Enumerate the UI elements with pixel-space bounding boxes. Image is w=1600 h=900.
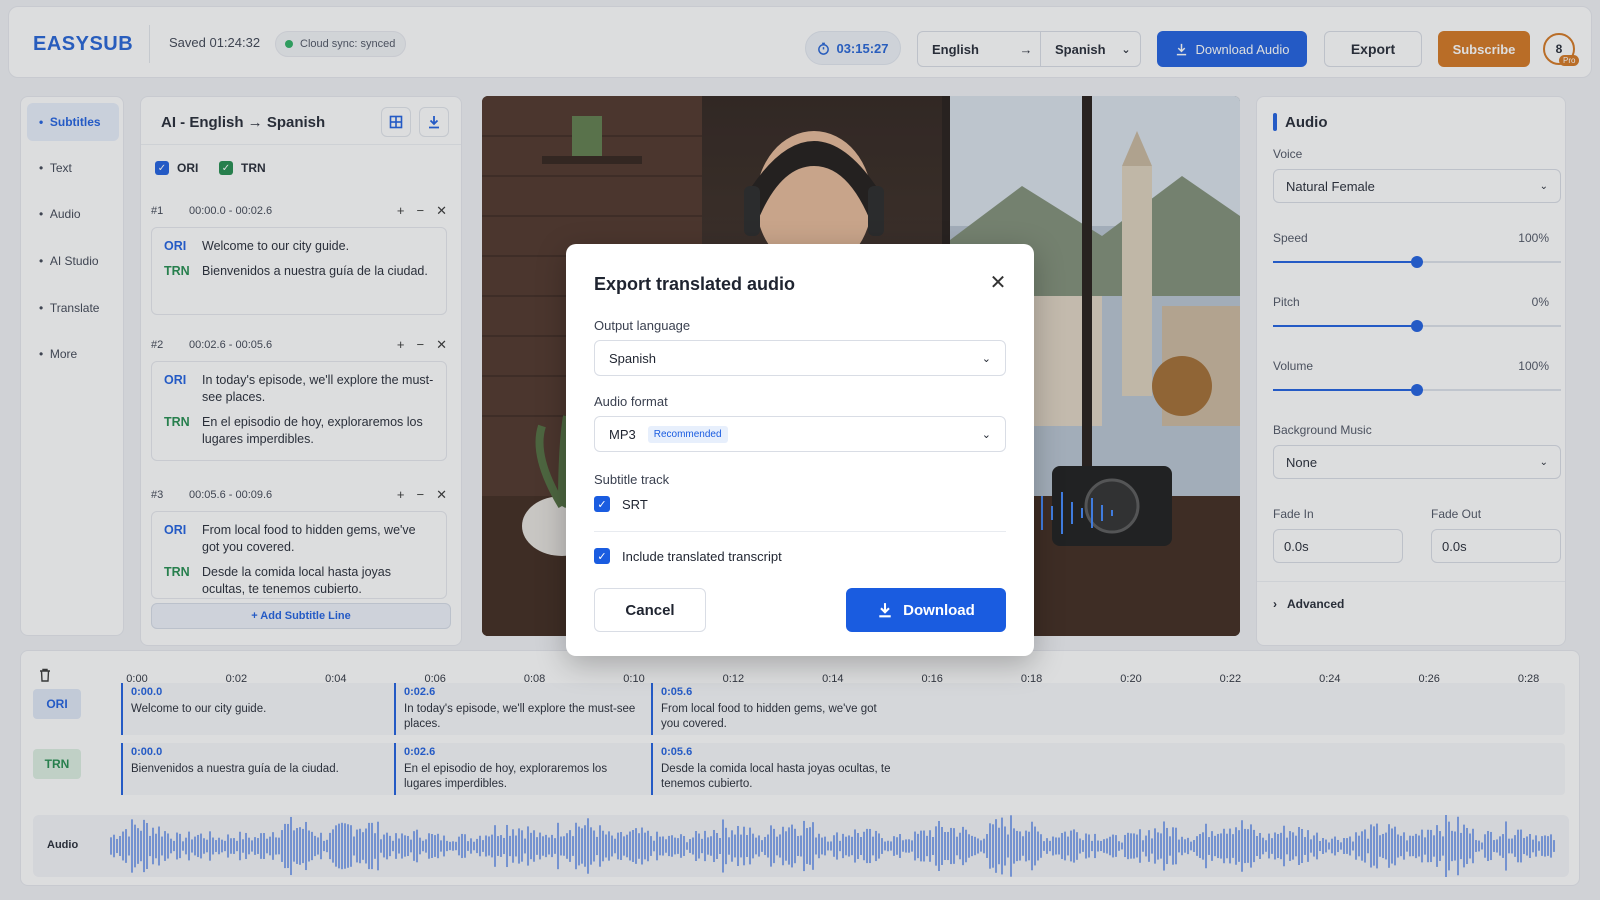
download-button[interactable]: Download — [846, 588, 1006, 632]
export-audio-dialog: Export translated audio ✕ Output languag… — [566, 244, 1034, 656]
divider — [594, 531, 1006, 532]
dialog-title: Export translated audio — [594, 274, 796, 294]
include-transcript-checkbox[interactable]: ✓ Include translated transcript — [594, 548, 782, 564]
download-label: Download — [903, 601, 975, 619]
download-icon — [879, 603, 891, 618]
srt-label: SRT — [622, 496, 648, 512]
recommended-badge: Recommended — [647, 425, 728, 443]
chevron-down-icon: ⌄ — [981, 428, 991, 441]
cancel-button[interactable]: Cancel — [594, 588, 706, 632]
srt-checkbox[interactable]: ✓ SRT — [594, 496, 648, 512]
close-icon[interactable]: ✕ — [986, 270, 1010, 294]
checkbox-checked-icon: ✓ — [594, 496, 610, 512]
audio-format-value: MP3 — [609, 426, 636, 442]
checkbox-checked-icon: ✓ — [594, 548, 610, 564]
audio-format-label: Audio format — [594, 394, 668, 409]
output-language-select[interactable]: Spanish ⌄ — [594, 340, 1006, 376]
include-transcript-label: Include translated transcript — [622, 548, 782, 564]
chevron-down-icon: ⌄ — [981, 352, 991, 365]
subtitle-track-label: Subtitle track — [594, 472, 670, 487]
output-language-value: Spanish — [609, 350, 656, 366]
output-language-label: Output language — [594, 318, 691, 333]
audio-format-select[interactable]: MP3 Recommended ⌄ — [594, 416, 1006, 452]
